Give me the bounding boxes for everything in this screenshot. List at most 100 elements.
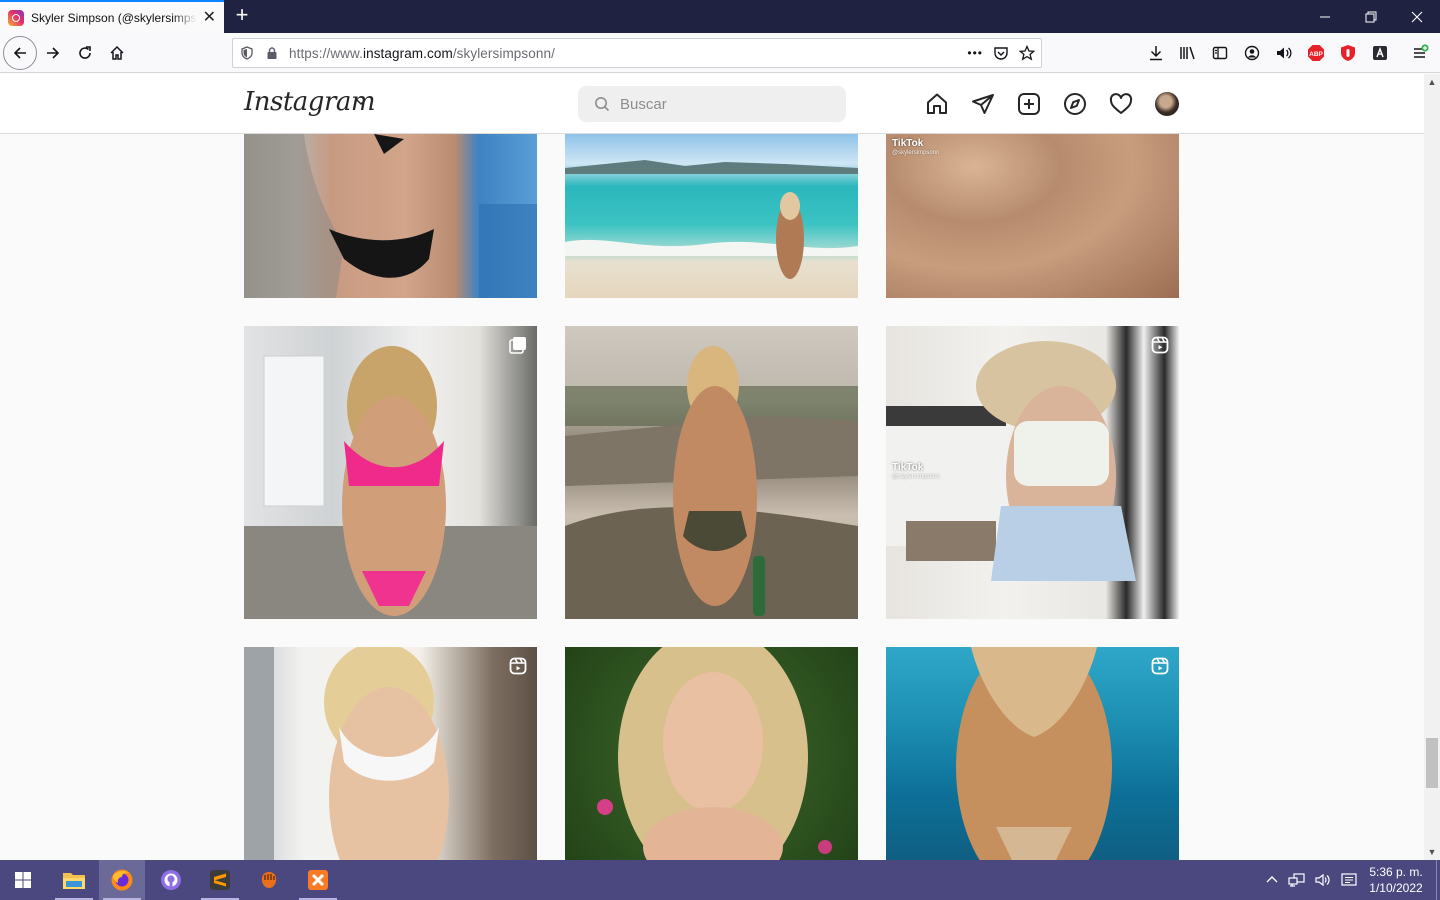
instagram-header: Instagram — [0, 74, 1424, 134]
speaker-icon[interactable] — [1274, 43, 1294, 63]
start-button[interactable] — [0, 860, 46, 900]
show-desktop-button[interactable] — [1436, 860, 1440, 900]
chevron-down-icon[interactable] — [355, 96, 367, 108]
xampp-icon — [308, 870, 328, 890]
reels-icon — [1151, 657, 1169, 675]
page-scrollbar[interactable]: ▲ ▼ — [1424, 74, 1440, 860]
photo-content — [244, 346, 537, 619]
tiktok-watermark: TikTok @skylersimpsonn — [892, 462, 939, 480]
explore-compass-icon[interactable] — [1063, 92, 1087, 116]
account-icon[interactable] — [1242, 43, 1262, 63]
svg-text:ABP: ABP — [1309, 51, 1323, 58]
home-icon[interactable] — [925, 92, 949, 116]
tiktok-handle: @skylersimpsonn — [892, 474, 940, 480]
reload-icon — [79, 46, 91, 59]
adblock-plus-icon[interactable]: ABP — [1306, 43, 1326, 63]
search-icon — [595, 97, 610, 112]
reels-icon — [509, 657, 527, 675]
taskbar-sublime-text[interactable] — [197, 860, 243, 900]
direct-messages-icon[interactable] — [971, 92, 995, 116]
tab-close-icon[interactable]: ✕ — [203, 9, 216, 26]
photo-content — [565, 160, 858, 279]
arrow-right-icon — [47, 47, 60, 59]
app-menu-icon[interactable] — [1410, 43, 1430, 63]
profile-avatar[interactable] — [1155, 92, 1179, 116]
scroll-up-arrow-icon[interactable]: ▲ — [1424, 74, 1440, 90]
taskbar-clock[interactable]: 5:36 p. m. 1/10/2022 — [1362, 864, 1430, 896]
github-icon — [161, 870, 181, 890]
library-icon[interactable] — [1178, 43, 1198, 63]
new-post-icon[interactable] — [1017, 92, 1041, 116]
back-button[interactable] — [3, 36, 37, 70]
ublock-shield-icon[interactable] — [1338, 43, 1358, 63]
reels-icon — [1151, 336, 1169, 354]
system-tray — [1264, 860, 1358, 900]
url-path: /skylersimpsonn/ — [452, 45, 555, 61]
post-thumbnail[interactable] — [565, 134, 858, 298]
url-domain: instagram.com — [362, 45, 453, 61]
forward-button[interactable] — [37, 37, 69, 69]
url-text[interactable]: https://www.instagram.com/skylersimpsonn… — [289, 46, 555, 61]
tiktok-watermark: TikTok @skylersimpsonn — [892, 138, 939, 156]
clock-time: 5:36 p. m. — [1369, 865, 1423, 879]
tab-title: Skyler Simpson (@skylersimpsonn) • Insta… — [31, 10, 197, 25]
photo-content — [597, 647, 832, 860]
sidebar-icon[interactable] — [1210, 43, 1230, 63]
post-thumbnail[interactable] — [244, 326, 537, 619]
downloads-icon[interactable] — [1146, 43, 1166, 63]
page-actions-button[interactable]: ••• — [967, 46, 983, 60]
volume-icon[interactable] — [1314, 872, 1332, 888]
post-thumbnail[interactable]: TikTok @skylersimpsonn — [886, 326, 1179, 619]
post-thumbnail[interactable] — [565, 647, 858, 860]
sublime-text-icon — [210, 870, 230, 890]
chevron-up-icon[interactable] — [1264, 872, 1280, 888]
taskbar-github-desktop[interactable] — [148, 860, 194, 900]
close-window-button[interactable] — [1394, 0, 1440, 33]
reload-button[interactable] — [69, 37, 101, 69]
browser-navbar: https://www.instagram.com/skylersimpsonn… — [0, 33, 1440, 73]
taskbar-xampp[interactable] — [295, 860, 341, 900]
scroll-down-arrow-icon[interactable]: ▼ — [1424, 844, 1440, 860]
minimize-window-button[interactable] — [1302, 0, 1348, 33]
address-bar[interactable]: https://www.instagram.com/skylersimpsonn… — [232, 38, 1042, 68]
glove-icon — [261, 872, 277, 888]
windows-logo-icon — [15, 872, 31, 888]
extension-icon[interactable] — [1370, 43, 1390, 63]
browser-tab-instagram[interactable]: Skyler Simpson (@skylersimpsonn) • Insta… — [0, 0, 224, 33]
tiktok-label: TikTok — [892, 462, 924, 473]
instagram-favicon-icon — [8, 9, 24, 26]
url-prefix: https://www. — [289, 45, 363, 61]
network-icon[interactable] — [1288, 872, 1306, 888]
restore-window-button[interactable] — [1348, 0, 1394, 33]
taskbar-file-explorer[interactable] — [51, 860, 97, 900]
taskbar-firefox[interactable] — [99, 860, 145, 900]
tiktok-label: TikTok — [892, 138, 924, 149]
home-icon — [110, 45, 124, 60]
browser-tabstrip: Skyler Simpson (@skylersimpsonn) • Insta… — [0, 0, 1440, 33]
taskbar-postman[interactable] — [246, 860, 292, 900]
photo-content — [956, 647, 1112, 860]
post-thumbnail[interactable] — [244, 647, 537, 860]
lock-icon[interactable] — [261, 46, 283, 60]
search-box[interactable] — [578, 86, 846, 122]
search-input[interactable] — [620, 95, 820, 113]
new-tab-button[interactable]: + — [230, 4, 254, 28]
notification-center-icon[interactable] — [1340, 872, 1358, 888]
folder-icon — [63, 873, 85, 889]
post-thumbnail[interactable] — [565, 326, 858, 619]
post-thumbnail[interactable] — [244, 134, 537, 298]
clock-date: 1/10/2022 — [1369, 881, 1423, 895]
shield-icon[interactable] — [236, 46, 258, 60]
photo-content — [565, 346, 858, 619]
scrollbar-thumb[interactable] — [1426, 738, 1438, 788]
windows-taskbar: 5:36 p. m. 1/10/2022 — [0, 860, 1440, 900]
photo-content — [244, 647, 449, 860]
activity-heart-icon[interactable] — [1109, 92, 1133, 116]
pocket-icon[interactable] — [993, 45, 1009, 61]
tiktok-handle: @skylersimpsonn — [892, 150, 940, 156]
post-thumbnail[interactable] — [886, 647, 1179, 860]
firefox-icon — [111, 869, 133, 891]
post-thumbnail[interactable]: TikTok @skylersimpsonn — [886, 134, 1179, 298]
home-button[interactable] — [101, 37, 133, 69]
bookmark-star-icon[interactable] — [1019, 45, 1035, 61]
